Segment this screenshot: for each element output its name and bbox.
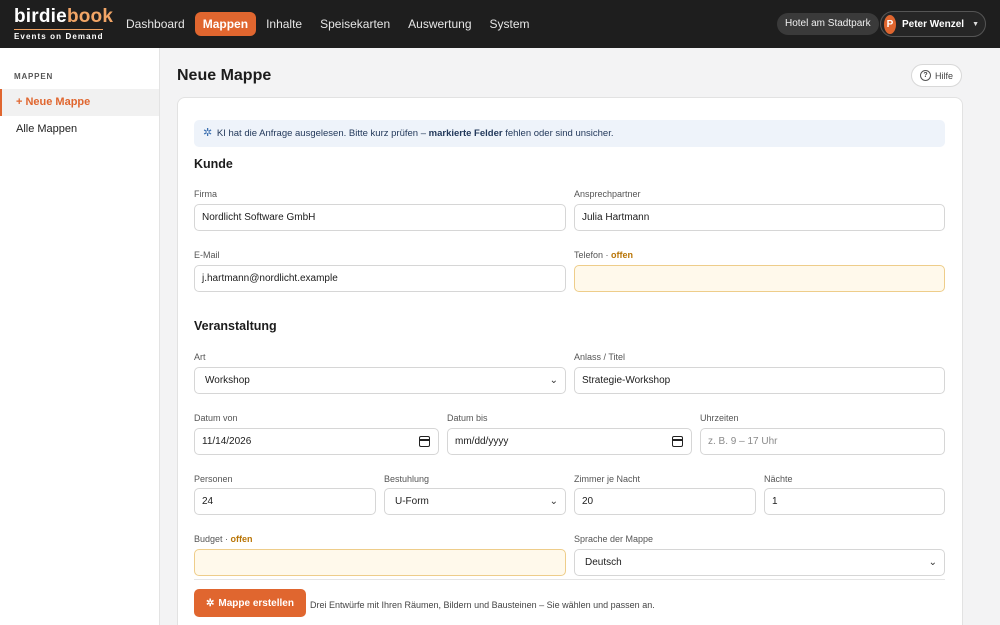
label-seating: Bestuhlung <box>384 474 430 484</box>
seating-select-value: U-Form <box>395 496 429 507</box>
section-title-event: Veranstaltung <box>194 319 277 333</box>
avatar: P <box>884 14 896 34</box>
label-language: Sprache der Mappe <box>574 534 654 544</box>
sidebar-heading: MAPPEN <box>14 72 54 81</box>
type-select-value: Workshop <box>205 375 250 386</box>
label-rooms: Zimmer je Nacht <box>574 474 641 484</box>
label-occasion: Anlass / Titel <box>574 352 626 362</box>
occasion-field[interactable]: Strategie-Workshop <box>574 367 945 394</box>
user-name: Peter Wenzel <box>902 18 965 30</box>
label-phone-text: Telefon · <box>574 250 612 260</box>
seating-select[interactable]: U-Form ⌄ <box>384 488 566 515</box>
nights-field[interactable]: 1 <box>764 488 945 515</box>
label-company: Firma <box>194 189 217 199</box>
nav-dashboard[interactable]: Dashboard <box>118 12 193 36</box>
brand-tagline: Events on Demand <box>14 32 104 41</box>
ai-info-banner: ✲ KI hat die Anfrage ausgelesen. Bitte k… <box>194 120 945 147</box>
email-field[interactable]: j.hartmann@nordlicht.example <box>194 265 566 292</box>
label-date-to: Datum bis <box>447 413 488 423</box>
hotel-selector[interactable]: Hotel am Stadtpark <box>777 13 879 35</box>
nav-mappen[interactable]: Mappen <box>194 12 257 36</box>
budget-field[interactable] <box>194 549 566 576</box>
label-times: Uhrzeiten <box>700 413 739 423</box>
nav-system[interactable]: System <box>482 12 538 36</box>
calendar-icon[interactable] <box>672 436 683 447</box>
brand-underline <box>14 29 103 30</box>
phone-field[interactable] <box>574 265 945 292</box>
company-field[interactable]: Nordlicht Software GmbH <box>194 204 566 231</box>
brand-wordmark: birdiebook <box>14 7 113 27</box>
help-button[interactable]: ? Hilfe <box>911 64 962 87</box>
times-field[interactable]: z. B. 9 – 17 Uhr <box>700 428 945 455</box>
chevron-down-icon: ▼ <box>972 20 979 28</box>
nav-speisekarten[interactable]: Speisekarten <box>312 12 398 36</box>
top-bar: birdiebook Events on Demand Dashboard Ma… <box>0 0 1000 48</box>
ai-banner-text-bold: markierte Felder <box>428 128 503 139</box>
page-title: Neue Mappe <box>177 67 272 84</box>
brand-part-a: birdie <box>14 6 67 27</box>
help-label: Hilfe <box>934 70 953 81</box>
main-nav: Dashboard Mappen Inhalte Speisekarten Au… <box>118 12 538 36</box>
sidebar: MAPPEN + Neue Mappe Alle Mappen <box>0 48 160 625</box>
divider <box>194 579 945 580</box>
sidebar-item-all-folders[interactable]: Alle Mappen <box>0 116 159 143</box>
nav-auswertung[interactable]: Auswertung <box>400 12 479 36</box>
persons-field[interactable]: 24 <box>194 488 376 515</box>
label-date-from: Datum von <box>194 413 238 423</box>
label-budget: Budget · offen <box>194 534 253 544</box>
contact-field[interactable]: Julia Hartmann <box>574 204 945 231</box>
brand-logo[interactable]: birdiebook Events on Demand <box>14 7 113 41</box>
type-select[interactable]: Workshop ⌄ <box>194 367 566 394</box>
date-from-field[interactable]: 11/14/2026 <box>194 428 439 455</box>
sidebar-item-new-folder[interactable]: + Neue Mappe <box>0 89 159 116</box>
date-to-field[interactable]: mm/dd/yyyy <box>447 428 692 455</box>
section-title-customer: Kunde <box>194 157 233 171</box>
nav-inhalte[interactable]: Inhalte <box>258 12 310 36</box>
ai-banner-text-after: fehlen oder sind unsicher. <box>502 128 614 139</box>
chevron-down-icon: ⌄ <box>549 375 558 386</box>
form-card <box>177 97 963 625</box>
label-persons: Personen <box>194 474 233 484</box>
calendar-icon[interactable] <box>419 436 430 447</box>
chevron-down-icon: ⌄ <box>928 557 937 568</box>
brand-part-b: book <box>66 6 114 27</box>
language-select-value: Deutsch <box>585 557 622 568</box>
create-folder-button[interactable]: ✲ Mappe erstellen <box>194 589 306 617</box>
language-select[interactable]: Deutsch ⌄ <box>574 549 945 576</box>
sparkle-icon: ✲ <box>203 127 213 139</box>
open-marker: offen <box>611 250 634 260</box>
user-menu[interactable]: P Peter Wenzel ▼ <box>880 11 986 37</box>
label-phone: Telefon · offen <box>574 250 633 260</box>
chevron-down-icon: ⌄ <box>549 496 558 507</box>
label-nights: Nächte <box>764 474 793 484</box>
create-folder-label: Mappe erstellen <box>218 597 294 609</box>
label-type: Art <box>194 352 206 362</box>
help-icon: ? <box>919 70 931 81</box>
sparkle-icon: ✲ <box>206 597 215 609</box>
create-note: Drei Entwürfe mit Ihren Räumen, Bildern … <box>310 600 655 610</box>
rooms-field[interactable]: 20 <box>574 488 756 515</box>
label-contact: Ansprechpartner <box>574 189 641 199</box>
label-budget-text: Budget · <box>194 534 231 544</box>
date-to-value: mm/dd/yyyy <box>455 436 509 447</box>
open-marker: offen <box>230 534 253 544</box>
ai-banner-text-before: KI hat die Anfrage ausgelesen. Bitte kur… <box>216 128 429 139</box>
date-from-value: 11/14/2026 <box>202 436 252 447</box>
label-email: E-Mail <box>194 250 220 260</box>
